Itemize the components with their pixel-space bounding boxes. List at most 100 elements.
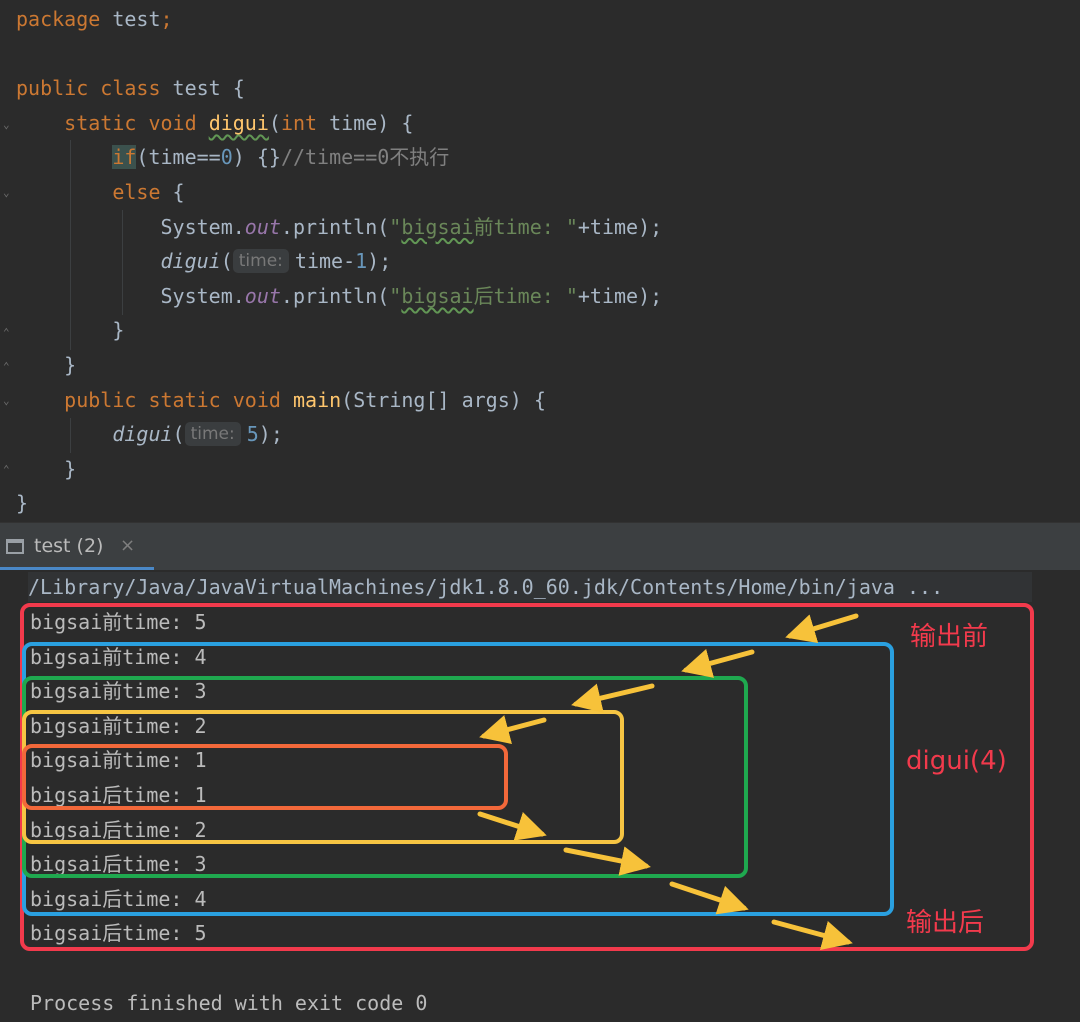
- output-line: bigsai后time: 2: [30, 817, 207, 842]
- code-token: +time);: [577, 283, 663, 308]
- exit-message: Process finished with exit code 0: [30, 991, 428, 1015]
- code-token: }: [64, 353, 77, 377]
- code-line: }: [16, 452, 76, 486]
- code-token: +time);: [577, 214, 663, 239]
- code-line: digui(time: time-1);: [16, 244, 391, 278]
- code-token: test: [112, 7, 161, 31]
- code-token: }: [112, 318, 125, 343]
- code-line: package test;: [16, 2, 173, 36]
- code-token: digui: [112, 422, 173, 447]
- code-token: bigsai: [401, 214, 474, 239]
- output-line: bigsai前time: 4: [30, 644, 207, 669]
- code-token: (: [220, 249, 233, 274]
- code-token: else: [112, 180, 173, 204]
- fold-icon[interactable]: ⌄: [3, 118, 13, 132]
- run-tool-window-header: test (2) ×: [0, 522, 1080, 571]
- code-token: 1: [355, 249, 368, 274]
- code-token: out: [244, 283, 281, 308]
- code-token: void: [148, 110, 209, 135]
- code-token: ": [389, 214, 402, 239]
- label-before: 输出前: [910, 622, 989, 652]
- code-token: 后time: ": [473, 283, 578, 308]
- label-after: 输出后: [906, 908, 985, 938]
- code-token: {: [172, 180, 185, 204]
- output-line: bigsai前time: 2: [30, 713, 207, 738]
- code-token: (: [268, 110, 281, 135]
- code-token: static: [148, 387, 233, 412]
- code-token: System.: [160, 283, 245, 308]
- code-line: else {: [16, 175, 185, 209]
- label-digui: digui(4): [906, 746, 1007, 776]
- fold-end-icon[interactable]: ⌃: [3, 360, 13, 374]
- fold-icon[interactable]: ⌄: [3, 186, 13, 200]
- fold-end-icon[interactable]: ⌃: [3, 463, 13, 477]
- code-token: (time==: [136, 145, 221, 170]
- code-token: out: [244, 214, 281, 239]
- code-token: .println(: [280, 283, 390, 308]
- output-line: bigsai前time: 5: [30, 610, 207, 634]
- code-line: if(time==0) {}//time==0不执行: [16, 140, 449, 174]
- code-token: time-: [294, 249, 356, 274]
- run-tab-label: test (2): [34, 535, 104, 557]
- output-line: bigsai后time: 1: [30, 783, 207, 807]
- code-token: 0: [220, 145, 233, 170]
- output-line: bigsai后time: 5: [30, 921, 207, 946]
- code-token: time) {: [329, 110, 414, 135]
- code-token: bigsai: [401, 283, 474, 308]
- output-line: bigsai前time: 1: [30, 748, 207, 773]
- parameter-hint: time:: [232, 249, 289, 274]
- code-token: System.: [160, 214, 245, 239]
- code-line: System.out.println("bigsai后time: "+time)…: [16, 279, 663, 313]
- code-token: (String[] args) {: [341, 387, 546, 412]
- code-token: main: [292, 387, 342, 412]
- output-line: bigsai后time: 3: [30, 852, 207, 877]
- code-token: class: [100, 76, 173, 101]
- code-line: digui(time: 5);: [16, 417, 283, 451]
- output-line: bigsai后time: 4: [30, 886, 207, 911]
- output-line: bigsai前time: 3: [30, 679, 207, 704]
- code-token: ) {}: [232, 145, 281, 170]
- code-token: int: [280, 110, 330, 135]
- code-line: public static void main(String[] args) {: [16, 383, 546, 417]
- code-token: .println(: [280, 214, 390, 239]
- code-token: static: [64, 110, 149, 135]
- code-token: public: [64, 387, 149, 412]
- code-token: }: [64, 456, 77, 481]
- console-icon: [6, 539, 24, 554]
- code-line: public class test {: [16, 71, 245, 105]
- run-tab[interactable]: test (2) ×: [0, 523, 154, 571]
- code-token: if: [112, 145, 137, 170]
- code-token: }: [16, 491, 29, 516]
- code-line: }: [16, 313, 124, 347]
- code-token: );: [367, 249, 392, 274]
- code-editor[interactable]: ⌄ ⌄ ⌃ ⌃ ⌄ ⌃ package test; public class te…: [0, 0, 1080, 522]
- code-token: //time==0不执行: [280, 145, 450, 170]
- code-token: ;: [160, 7, 173, 31]
- command-line: /Library/Java/JavaVirtualMachines/jdk1.8…: [28, 572, 1032, 602]
- code-line: }: [16, 348, 76, 382]
- code-token: void: [232, 387, 293, 412]
- code-token: 5: [246, 422, 259, 447]
- code-token: test {: [172, 76, 245, 101]
- fold-icon[interactable]: ⌄: [3, 394, 13, 408]
- fold-end-icon[interactable]: ⌃: [3, 326, 13, 340]
- code-token: );: [258, 422, 283, 447]
- code-line: System.out.println("bigsai前time: "+time)…: [16, 210, 663, 244]
- close-icon[interactable]: ×: [120, 535, 135, 556]
- code-line: }: [16, 486, 28, 520]
- parameter-hint: time:: [184, 422, 241, 447]
- code-token: ": [389, 283, 402, 308]
- code-token: package: [16, 7, 113, 31]
- code-token: digui: [160, 249, 221, 274]
- code-token: digui: [208, 110, 269, 135]
